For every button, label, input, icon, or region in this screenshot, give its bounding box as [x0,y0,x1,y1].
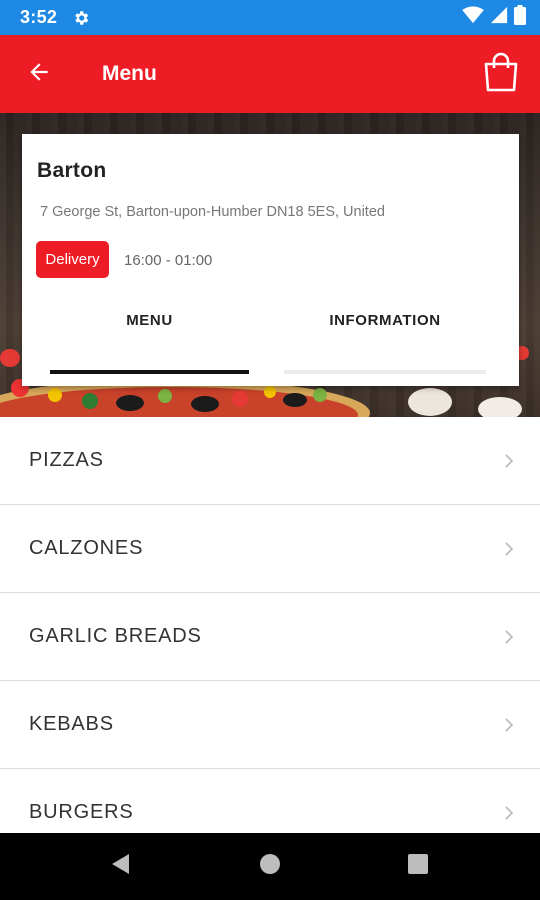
shopping-bag-icon [483,52,519,97]
tab-indicator-inactive [284,370,486,374]
back-triangle-icon [109,852,131,881]
category-label: KEBABS [29,713,114,735]
page-title: Menu [102,62,157,85]
opening-hours: 16:00 - 01:00 [124,252,213,269]
category-list: PIZZAS CALZONES GARLIC BREADS KEBABS BUR… [0,417,540,857]
status-icons [462,5,526,30]
system-nav-bar [0,833,540,900]
category-item-pizzas[interactable]: PIZZAS [0,417,540,505]
tab-information[interactable]: INFORMATION [284,312,486,374]
battery-icon [514,5,526,30]
chevron-right-icon [502,717,516,732]
cart-button[interactable] [462,35,540,113]
status-bar: 3:52 [0,0,540,35]
category-item-kebabs[interactable]: KEBABS [0,681,540,769]
tab-information-label: INFORMATION [329,312,441,329]
delivery-badge: Delivery [36,241,109,278]
recents-square-icon [407,853,429,880]
chevron-right-icon [502,541,516,556]
nav-home-button[interactable] [230,833,310,900]
home-circle-icon [259,853,281,880]
tab-menu-label: MENU [126,312,173,329]
nav-back-button[interactable] [80,833,160,900]
category-item-calzones[interactable]: CALZONES [0,505,540,593]
chevron-right-icon [502,629,516,644]
wifi-icon [462,6,484,29]
status-time: 3:52 [20,7,58,27]
signal-icon [490,6,508,29]
category-label: GARLIC BREADS [29,625,202,647]
category-item-garlic-breads[interactable]: GARLIC BREADS [0,593,540,681]
chevron-right-icon [502,453,516,468]
category-label: BURGERS [29,801,134,823]
store-name: Barton [37,159,107,182]
category-label: CALZONES [29,537,144,559]
nav-recents-button[interactable] [378,833,458,900]
gear-icon [71,8,91,28]
app-bar: Menu [0,35,540,113]
chevron-right-icon [502,805,516,820]
arrow-back-icon [26,59,52,90]
category-label: PIZZAS [29,449,104,471]
back-button[interactable] [0,35,78,113]
store-address: 7 George St, Barton-upon-Humber DN18 5ES… [40,204,385,220]
store-card: Barton 7 George St, Barton-upon-Humber D… [22,134,519,386]
tab-indicator-active [50,370,249,374]
tab-menu[interactable]: MENU [50,312,249,374]
